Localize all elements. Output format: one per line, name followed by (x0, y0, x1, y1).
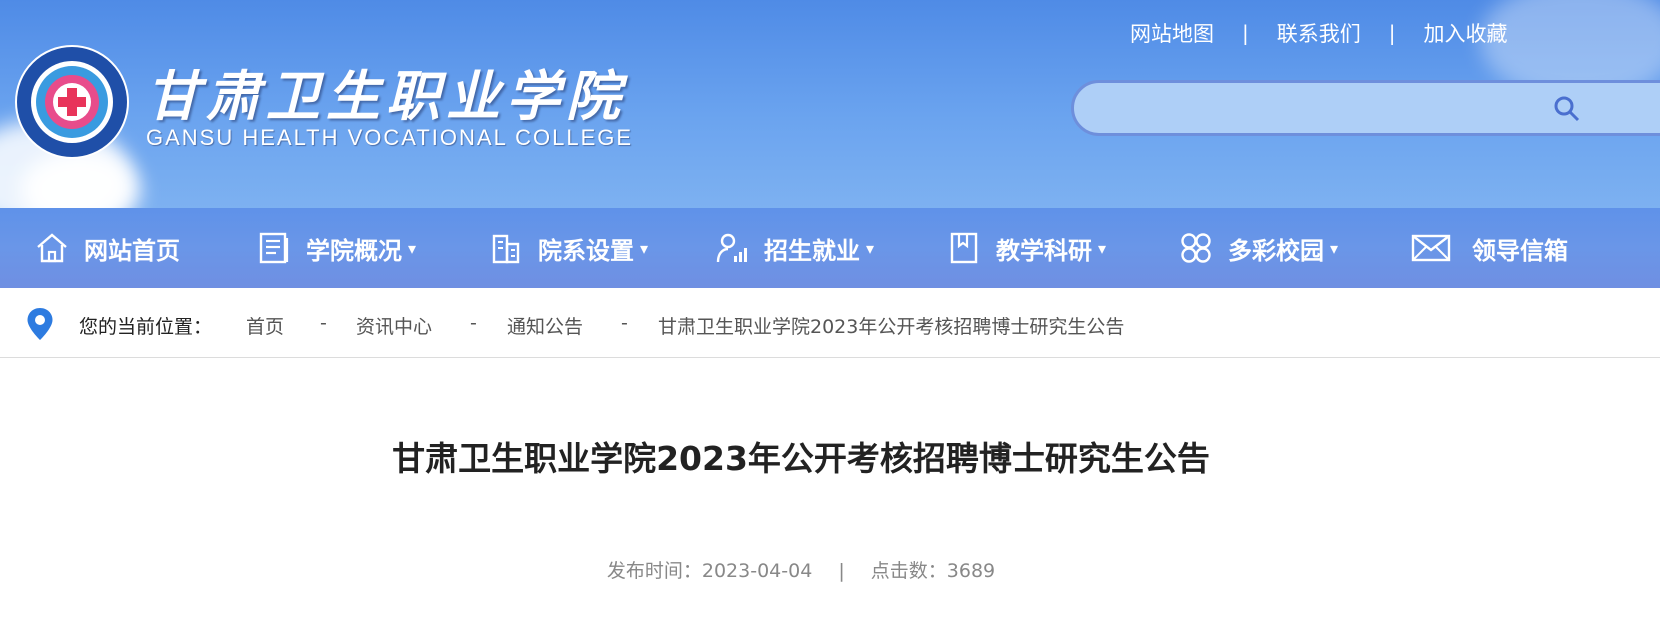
breadcrumb-current-page: 甘肃卫生职业学院2023年公开考核招聘博士研究生公告 (658, 316, 1125, 338)
breadcrumb-label: 您的当前位置： (79, 316, 213, 338)
mail-icon (1411, 234, 1451, 262)
top-link-separator: | (1242, 21, 1249, 45)
nav-item-label: 学院概况 (306, 236, 402, 265)
nav-item-teaching[interactable]: 教学科研 ▾ (946, 208, 1106, 288)
location-pin-icon (27, 308, 53, 340)
article-title: 甘肃卫生职业学院2023年公开考核招聘博士研究生公告 (392, 439, 1210, 478)
chevron-down-icon: ▾ (408, 238, 417, 258)
breadcrumb-home-link[interactable]: 首页 (246, 312, 284, 339)
nav-item-departments[interactable]: 院系设置 ▾ (488, 208, 648, 288)
nav-item-about[interactable]: 学院概况 ▾ (256, 208, 416, 288)
click-count-label: 点击数： (870, 560, 947, 582)
top-links: 网站地图 | 联系我们 | 加入收藏 (1130, 18, 1508, 48)
nav-item-home[interactable]: 网站首页 (34, 208, 180, 288)
breadcrumb: 您的当前位置： 首页 - 资讯中心 - 通知公告 - 甘肃卫生职业学院2023年… (0, 288, 1660, 358)
publish-date-label: 发布时间： (606, 560, 702, 582)
chevron-down-icon: ▾ (1098, 238, 1107, 258)
breadcrumb-separator: - (621, 312, 628, 334)
meta-separator: | (838, 560, 845, 582)
nav-item-label: 院系设置 (538, 236, 634, 265)
document-icon (259, 232, 289, 264)
add-favorite-link[interactable]: 加入收藏 (1424, 18, 1508, 48)
sitemap-link[interactable]: 网站地图 (1130, 18, 1214, 48)
main-nav: 网站首页 学院概况 ▾ 院系设置 ▾ 招生就业 ▾ 教学科研 ▾ 多彩校园 ▾ … (0, 208, 1660, 288)
site-header: 甘肃卫生职业学院 GANSU HEALTH VOCATIONAL COLLEGE… (0, 0, 1660, 208)
book-icon (950, 232, 978, 264)
publish-date: 2023-04-04 (701, 560, 813, 582)
person-chart-icon (716, 233, 747, 263)
nav-item-mailbox[interactable]: 领导信箱 (1410, 208, 1568, 288)
college-emblem-icon[interactable] (14, 44, 130, 160)
nav-item-label: 领导信箱 (1472, 236, 1568, 265)
nav-item-admissions[interactable]: 招生就业 ▾ (714, 208, 874, 288)
top-link-separator: | (1388, 21, 1396, 45)
building-icon (492, 234, 520, 264)
college-name-en: GANSU HEALTH VOCATIONAL COLLEGE (146, 125, 634, 150)
search-icon[interactable] (1552, 94, 1582, 124)
breadcrumb-separator: - (320, 312, 327, 334)
nav-item-label: 多彩校园 (1228, 236, 1324, 265)
breadcrumb-separator: - (470, 312, 477, 334)
college-name-cn[interactable]: 甘肃卫生职业学院 (146, 52, 626, 131)
contact-us-link[interactable]: 联系我们 (1277, 18, 1361, 48)
chevron-down-icon: ▾ (866, 238, 875, 258)
nav-item-label: 网站首页 (84, 236, 180, 265)
home-icon (37, 233, 67, 263)
grid-circles-icon (1181, 233, 1211, 263)
breadcrumb-notice-link[interactable]: 通知公告 (507, 312, 583, 339)
nav-item-campus[interactable]: 多彩校园 ▾ (1178, 208, 1338, 288)
click-count: 3689 (946, 560, 996, 582)
breadcrumb-news-link[interactable]: 资讯中心 (356, 312, 432, 339)
article-meta: 发布时间：2023-04-04 | 点击数：3689 (0, 556, 1602, 583)
chevron-down-icon: ▾ (640, 238, 649, 258)
chevron-down-icon: ▾ (1330, 238, 1339, 258)
nav-item-label: 招生就业 (764, 236, 860, 265)
nav-item-label: 教学科研 (996, 236, 1092, 265)
